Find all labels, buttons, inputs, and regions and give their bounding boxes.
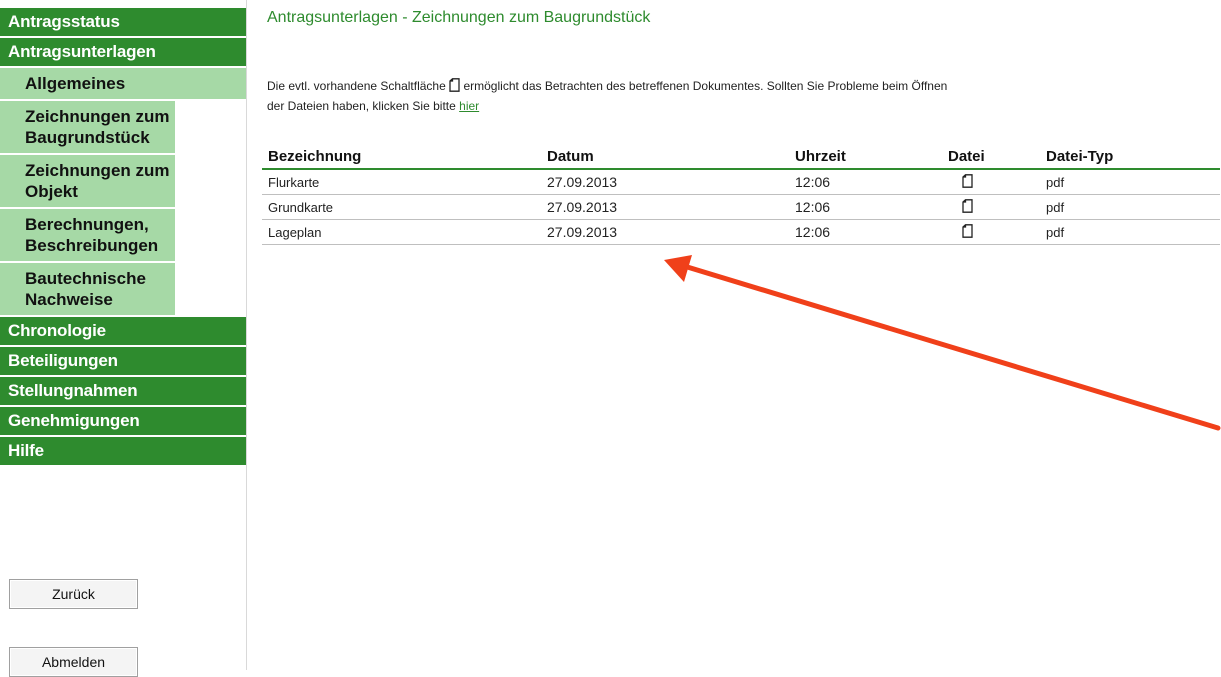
cell-bezeichnung: Flurkarte	[262, 169, 541, 195]
info-text-part2: ermöglicht das Betrachten des betreffene…	[463, 79, 948, 93]
cell-datei	[942, 219, 1040, 245]
cell-datei	[942, 194, 1040, 220]
column-header-datei[interactable]: Datei	[942, 144, 1040, 170]
nav-sub-bautechnische-nachweise[interactable]: Bautechnische Nachweise	[0, 263, 175, 315]
nav-sub-zeichnungen-objekt[interactable]: Zeichnungen zum Objekt	[0, 155, 175, 207]
cell-datum: 27.09.2013	[541, 219, 789, 245]
column-header-uhrzeit[interactable]: Uhrzeit	[789, 144, 942, 170]
cell-datei	[942, 169, 1040, 195]
cell-uhrzeit: 12:06	[789, 194, 942, 220]
nav-chronologie[interactable]: Chronologie	[0, 317, 246, 345]
info-text: Die evtl. vorhandene Schaltfläche ermögl…	[267, 77, 1221, 115]
nav-sub-zeichnungen-baugrundstueck[interactable]: Zeichnungen zum Baugrundstück	[0, 101, 175, 153]
page-title: Antragsunterlagen - Zeichnungen zum Baug…	[267, 9, 651, 26]
table-header-row: Bezeichnung Datum Uhrzeit Datei Datei-Ty…	[262, 144, 1220, 170]
help-link[interactable]: hier	[459, 99, 479, 113]
nav-stellungnahmen[interactable]: Stellungnahmen	[0, 377, 246, 405]
nav-hilfe[interactable]: Hilfe	[0, 437, 246, 465]
logout-button[interactable]: Abmelden	[9, 647, 138, 677]
nav-sub-berechnungen[interactable]: Berechnungen, Beschreibungen	[0, 209, 175, 261]
cell-datei-typ: pdf	[1040, 219, 1220, 245]
main-content: Antragsunterlagen - Zeichnungen zum Baug…	[262, 0, 1221, 670]
cell-datei-typ: pdf	[1040, 169, 1220, 195]
cell-datei-typ: pdf	[1040, 194, 1220, 220]
back-button[interactable]: Zurück	[9, 579, 138, 609]
table-row: Grundkarte 27.09.2013 12:06 pdf	[262, 194, 1220, 220]
cell-uhrzeit: 12:06	[789, 169, 942, 195]
document-icon	[449, 78, 460, 97]
column-header-bezeichnung[interactable]: Bezeichnung	[262, 144, 541, 170]
document-icon[interactable]	[948, 173, 973, 191]
cell-bezeichnung: Lageplan	[262, 219, 541, 245]
cell-datum: 27.09.2013	[541, 169, 789, 195]
table-row: Lageplan 27.09.2013 12:06 pdf	[262, 219, 1220, 245]
table-row: Flurkarte 27.09.2013 12:06 pdf	[262, 169, 1220, 195]
cell-uhrzeit: 12:06	[789, 219, 942, 245]
info-text-part3: der Dateien haben, klicken Sie bitte	[267, 99, 456, 113]
sidebar: Antragsstatus Antragsunterlagen Allgemei…	[0, 0, 247, 677]
nav-sub-allgemeines[interactable]: Allgemeines	[0, 68, 246, 99]
nav-genehmigungen[interactable]: Genehmigungen	[0, 407, 246, 435]
column-header-datum[interactable]: Datum	[541, 144, 789, 170]
nav-antragsunterlagen[interactable]: Antragsunterlagen	[0, 38, 246, 66]
column-header-datei-typ[interactable]: Datei-Typ	[1040, 144, 1220, 170]
nav-antragsstatus[interactable]: Antragsstatus	[0, 8, 246, 36]
cell-bezeichnung: Grundkarte	[262, 194, 541, 220]
document-icon[interactable]	[948, 198, 973, 216]
cell-datum: 27.09.2013	[541, 194, 789, 220]
document-icon[interactable]	[948, 223, 973, 241]
nav-beteiligungen[interactable]: Beteiligungen	[0, 347, 246, 375]
info-text-part1: Die evtl. vorhandene Schaltfläche	[267, 79, 446, 93]
documents-table: Bezeichnung Datum Uhrzeit Datei Datei-Ty…	[262, 144, 1220, 245]
